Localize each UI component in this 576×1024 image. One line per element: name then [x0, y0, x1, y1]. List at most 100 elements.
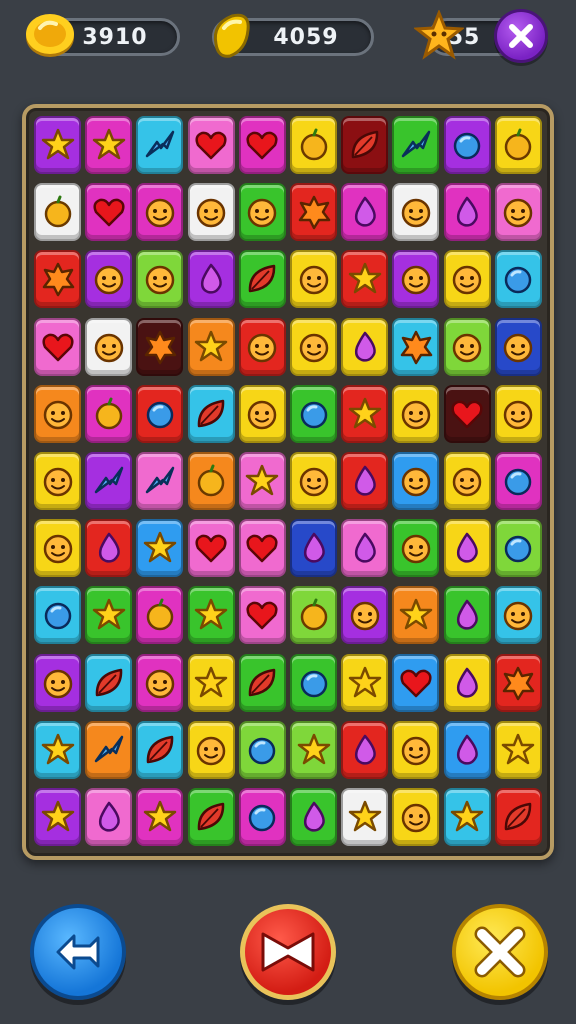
shuffle-button[interactable] [30, 904, 126, 1000]
tile-yellow-face[interactable] [290, 317, 337, 376]
tile-lime-face[interactable] [136, 250, 184, 309]
tile-yellow-face[interactable] [290, 452, 337, 510]
tile-yellow-face[interactable] [187, 720, 235, 779]
tile-magenta-drop[interactable] [443, 183, 491, 242]
tile-white-fruit[interactable] [34, 183, 81, 242]
tile-yellow-fruit[interactable] [494, 116, 542, 174]
tile-magenta-heart[interactable] [238, 116, 286, 174]
tile-green-leaf[interactable] [238, 250, 286, 309]
tile-navy-drop[interactable] [290, 519, 337, 578]
tile-blue-face[interactable] [392, 452, 440, 510]
tile-lime-ball[interactable] [494, 519, 542, 578]
tile-green-drop[interactable] [290, 788, 337, 846]
tile-maroon-heart[interactable] [443, 384, 491, 443]
tile-green-drop[interactable] [443, 586, 491, 645]
tile-red-star[interactable] [341, 384, 389, 443]
tile-pink-heart[interactable] [238, 586, 286, 645]
tile-red-burst[interactable] [290, 183, 337, 242]
tile-darkred-leaf[interactable] [341, 116, 389, 174]
tile-pink-drop[interactable] [341, 519, 389, 578]
tile-cyan-star[interactable] [443, 788, 491, 846]
tile-lime-fruit[interactable] [290, 586, 337, 645]
tile-green-ball[interactable] [290, 384, 337, 443]
tile-yellow-face[interactable] [34, 519, 81, 578]
tile-pink-heart[interactable] [34, 317, 81, 376]
tile-magenta-heart[interactable] [85, 183, 133, 242]
tile-yellow-face[interactable] [238, 384, 286, 443]
tile-green-zigzag[interactable] [392, 116, 440, 174]
tile-yellow-star[interactable] [341, 653, 389, 712]
tile-yellow-drop[interactable] [443, 653, 491, 712]
tile-purple-face[interactable] [34, 653, 81, 712]
tile-pink-heart[interactable] [187, 116, 235, 174]
tile-pink-star[interactable] [238, 452, 286, 510]
tile-white-face[interactable] [187, 183, 235, 242]
tile-lime-ball[interactable] [238, 720, 286, 779]
tile-cyan-leaf[interactable] [85, 653, 133, 712]
tile-pink-drop[interactable] [85, 788, 133, 846]
tile-red-drop[interactable] [85, 519, 133, 578]
tile-purple-star[interactable] [34, 116, 81, 174]
tile-maroon-burst[interactable] [136, 317, 184, 376]
tile-white-star[interactable] [341, 788, 389, 846]
tile-green-star[interactable] [187, 586, 235, 645]
tile-red-burst[interactable] [34, 250, 81, 309]
tile-red-face[interactable] [238, 317, 286, 376]
tile-yellow-face[interactable] [290, 250, 337, 309]
tile-purple-face[interactable] [392, 250, 440, 309]
tile-yellow-face[interactable] [392, 788, 440, 846]
tile-red-drop[interactable] [341, 452, 389, 510]
tile-magenta-ball[interactable] [494, 452, 542, 510]
tile-green-leaf[interactable] [187, 788, 235, 846]
tile-red-ball[interactable] [136, 384, 184, 443]
tile-orange-face[interactable] [34, 384, 81, 443]
tile-yellow-star[interactable] [187, 653, 235, 712]
booster-button[interactable] [240, 904, 336, 1000]
tile-cyan-ball[interactable] [34, 586, 81, 645]
tile-magenta-fruit[interactable] [85, 384, 133, 443]
tile-red-star[interactable] [341, 250, 389, 309]
tile-white-face[interactable] [392, 183, 440, 242]
tile-yellow-fruit[interactable] [290, 116, 337, 174]
tile-navy-face[interactable] [494, 317, 542, 376]
tile-blue-heart[interactable] [392, 653, 440, 712]
tile-magenta-drop[interactable] [341, 183, 389, 242]
tile-blue-drop[interactable] [443, 720, 491, 779]
tile-green-face[interactable] [238, 183, 286, 242]
tile-green-star[interactable] [85, 586, 133, 645]
tile-purple-zigzag[interactable] [85, 452, 133, 510]
tile-pink-zigzag[interactable] [136, 452, 184, 510]
tile-yellow-face[interactable] [443, 452, 491, 510]
tile-pink-face[interactable] [494, 183, 542, 242]
tile-yellow-star[interactable] [494, 720, 542, 779]
tile-yellow-face[interactable] [34, 452, 81, 510]
tile-white-face[interactable] [85, 317, 133, 376]
tile-purple-ball[interactable] [443, 116, 491, 174]
tile-blue-star[interactable] [136, 519, 184, 578]
tile-yellow-face[interactable] [494, 384, 542, 443]
tile-cyan-zigzag[interactable] [136, 116, 184, 174]
tile-yellow-drop[interactable] [443, 519, 491, 578]
tile-green-leaf[interactable] [238, 653, 286, 712]
tile-magenta-star[interactable] [136, 788, 184, 846]
tile-orange-fruit[interactable] [187, 452, 235, 510]
tile-magenta-face[interactable] [136, 653, 184, 712]
tile-magenta-face[interactable] [136, 183, 184, 242]
tile-cyan-face[interactable] [494, 586, 542, 645]
tile-purple-star[interactable] [34, 788, 81, 846]
tile-pink-heart[interactable] [187, 519, 235, 578]
tile-yellow-drop[interactable] [341, 317, 389, 376]
tile-orange-star[interactable] [187, 317, 235, 376]
tile-cyan-ball[interactable] [494, 250, 542, 309]
tile-lime-star[interactable] [290, 720, 337, 779]
tile-pink-heart[interactable] [238, 519, 286, 578]
tile-yellow-face[interactable] [392, 720, 440, 779]
tile-orange-star[interactable] [392, 586, 440, 645]
tile-cyan-star[interactable] [34, 720, 81, 779]
tile-magenta-ball[interactable] [238, 788, 286, 846]
tile-purple-drop[interactable] [187, 250, 235, 309]
tile-red-drop[interactable] [341, 720, 389, 779]
tile-yellow-face[interactable] [443, 250, 491, 309]
tile-green-ball[interactable] [290, 653, 337, 712]
tile-magenta-star[interactable] [85, 116, 133, 174]
